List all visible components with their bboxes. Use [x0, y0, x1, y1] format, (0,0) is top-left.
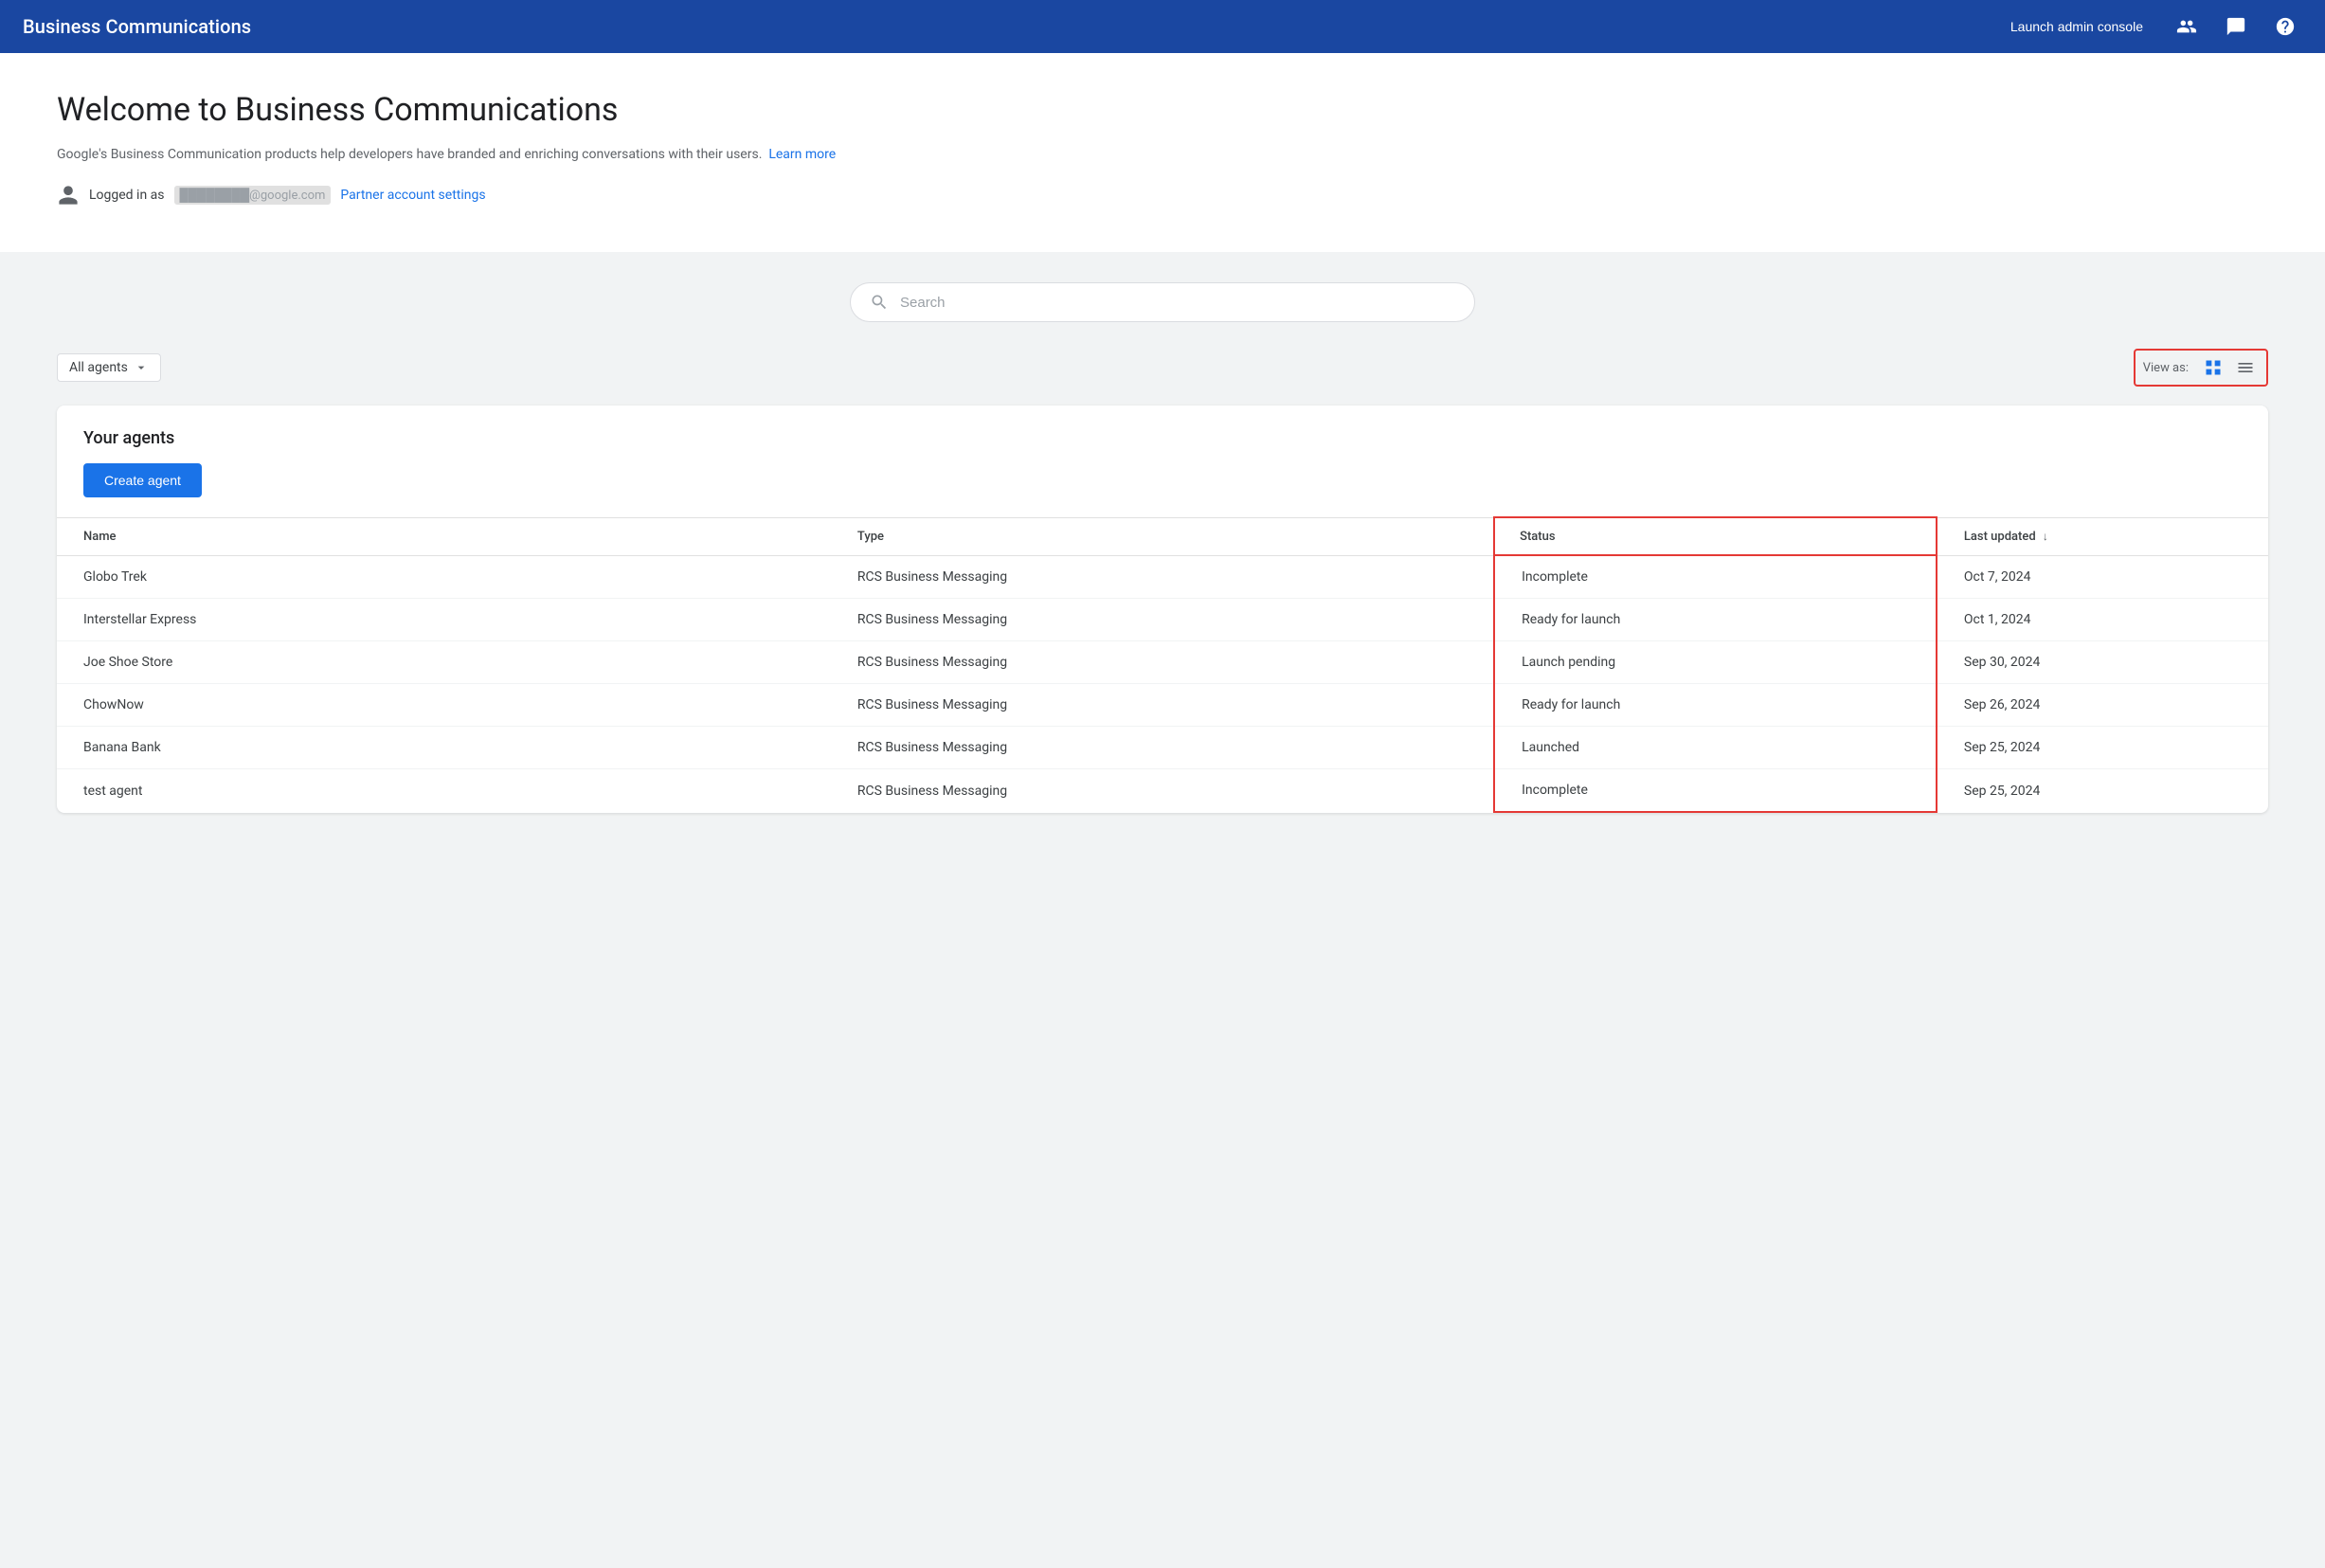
- agent-status-cell: Launched: [1494, 727, 1937, 769]
- grid-view-button[interactable]: [2200, 354, 2226, 381]
- agent-name-cell: Banana Bank: [57, 727, 831, 769]
- grid-icon: [2204, 358, 2223, 377]
- table-row[interactable]: Joe Shoe StoreRCS Business MessagingLaun…: [57, 641, 2268, 684]
- list-view-button[interactable]: [2232, 354, 2259, 381]
- search-input[interactable]: [900, 295, 1455, 311]
- table-row[interactable]: Globo TrekRCS Business MessagingIncomple…: [57, 555, 2268, 599]
- agent-name-cell: ChowNow: [57, 684, 831, 727]
- hero-description: Google's Business Communication products…: [57, 144, 2268, 165]
- agent-name-cell: Joe Shoe Store: [57, 641, 831, 684]
- people-icon: [2176, 16, 2197, 37]
- agent-last-updated-cell: Sep 30, 2024: [1937, 641, 2268, 684]
- agent-last-updated-cell: Oct 1, 2024: [1937, 599, 2268, 641]
- agent-type-cell: RCS Business Messaging: [831, 599, 1494, 641]
- help-icon-button[interactable]: [2268, 9, 2302, 44]
- col-header-name: Name: [57, 517, 831, 555]
- app-title: Business Communications: [23, 15, 251, 38]
- agent-last-updated-cell: Oct 7, 2024: [1937, 555, 2268, 599]
- table-row[interactable]: test agentRCS Business MessagingIncomple…: [57, 769, 2268, 813]
- table-row[interactable]: Interstellar ExpressRCS Business Messagi…: [57, 599, 2268, 641]
- view-as-container: View as:: [2134, 349, 2268, 387]
- launch-admin-console-button[interactable]: Launch admin console: [1999, 11, 2154, 42]
- help-icon: [2275, 16, 2296, 37]
- learn-more-link[interactable]: Learn more: [768, 147, 836, 162]
- agent-status-cell: Incomplete: [1494, 769, 1937, 813]
- agent-last-updated-cell: Sep 25, 2024: [1937, 727, 2268, 769]
- hero-title: Welcome to Business Communications: [57, 91, 2268, 129]
- agent-type-cell: RCS Business Messaging: [831, 684, 1494, 727]
- col-header-type: Type: [831, 517, 1494, 555]
- people-icon-button[interactable]: [2170, 9, 2204, 44]
- logged-in-label: Logged in as: [89, 188, 165, 203]
- search-container: [57, 282, 2268, 322]
- agent-status-cell: Ready for launch: [1494, 684, 1937, 727]
- table-row[interactable]: ChowNowRCS Business MessagingReady for l…: [57, 684, 2268, 727]
- agents-table: Name Type Status Last updated ↓ Globo Tr…: [57, 516, 2268, 813]
- col-header-last-updated: Last updated ↓: [1937, 517, 2268, 555]
- agent-name-cell: test agent: [57, 769, 831, 813]
- account-icon: [57, 184, 80, 207]
- partner-account-settings-link[interactable]: Partner account settings: [340, 188, 485, 203]
- sort-icon: ↓: [2043, 530, 2048, 543]
- chat-icon: [2226, 16, 2246, 37]
- agent-last-updated-cell: Sep 26, 2024: [1937, 684, 2268, 727]
- app-header: Business Communications Launch admin con…: [0, 0, 2325, 53]
- agents-card: Your agents Create agent Name Type Statu…: [57, 406, 2268, 813]
- agent-type-cell: RCS Business Messaging: [831, 555, 1494, 599]
- hero-section: Welcome to Business Communications Googl…: [0, 53, 2325, 252]
- hero-user-info: Logged in as ████████@google.com Partner…: [57, 184, 2268, 207]
- agent-status-cell: Launch pending: [1494, 641, 1937, 684]
- user-email: ████████@google.com: [174, 186, 332, 205]
- table-header-row: Name Type Status Last updated ↓: [57, 517, 2268, 555]
- agent-type-cell: RCS Business Messaging: [831, 641, 1494, 684]
- chevron-down-icon: [134, 360, 149, 375]
- all-agents-dropdown[interactable]: All agents: [57, 353, 161, 382]
- agents-section-title: Your agents: [83, 428, 2242, 448]
- create-agent-button[interactable]: Create agent: [83, 463, 202, 497]
- agents-card-header: Your agents Create agent: [57, 406, 2268, 516]
- view-as-label: View as:: [2143, 361, 2189, 375]
- main-content: All agents View as: Your agents Create a…: [0, 252, 2325, 851]
- agent-status-cell: Ready for launch: [1494, 599, 1937, 641]
- chat-icon-button[interactable]: [2219, 9, 2253, 44]
- table-row[interactable]: Banana BankRCS Business MessagingLaunche…: [57, 727, 2268, 769]
- filter-bar: All agents View as:: [57, 349, 2268, 387]
- header-right: Launch admin console: [1999, 9, 2302, 44]
- agent-status-cell: Incomplete: [1494, 555, 1937, 599]
- header-left: Business Communications: [23, 15, 251, 38]
- agent-type-cell: RCS Business Messaging: [831, 727, 1494, 769]
- search-icon: [870, 293, 889, 312]
- agent-last-updated-cell: Sep 25, 2024: [1937, 769, 2268, 813]
- agent-name-cell: Globo Trek: [57, 555, 831, 599]
- all-agents-label: All agents: [69, 360, 128, 375]
- col-header-status: Status: [1494, 517, 1937, 555]
- agent-name-cell: Interstellar Express: [57, 599, 831, 641]
- search-bar: [850, 282, 1475, 322]
- agent-type-cell: RCS Business Messaging: [831, 769, 1494, 813]
- list-icon: [2236, 358, 2255, 377]
